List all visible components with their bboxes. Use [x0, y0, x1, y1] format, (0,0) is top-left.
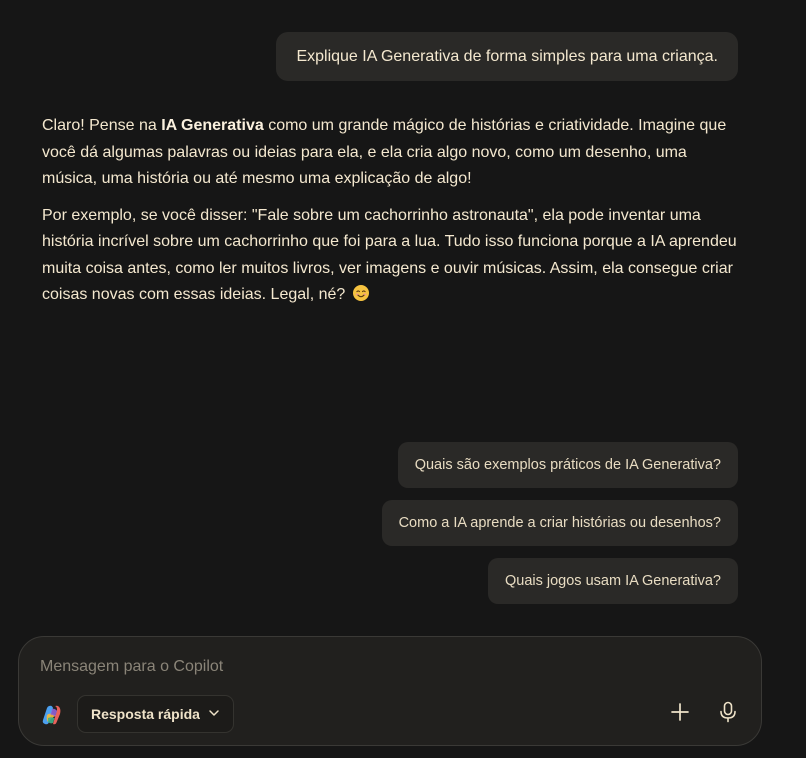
assistant-paragraph-1: Claro! Pense na IA Generativa como um gr…: [42, 113, 742, 193]
voice-input-button[interactable]: [712, 698, 744, 730]
assistant-response: Claro! Pense na IA Generativa como um gr…: [42, 113, 742, 319]
response-mode-select[interactable]: Resposta rápida: [77, 695, 234, 733]
assistant-p1-bold-term: IA Generativa: [161, 117, 264, 134]
assistant-p2-text: Por exemplo, se você disser: "Fale sobre…: [42, 206, 737, 304]
response-mode-label: Resposta rápida: [91, 706, 200, 722]
suggestion-chip[interactable]: Como a IA aprende a criar histórias ou d…: [381, 500, 738, 546]
message-composer: Resposta rápida: [18, 636, 762, 746]
user-message-text: Explique IA Generativa de forma simples …: [296, 47, 718, 65]
suggestion-chip-label: Como a IA aprende a criar histórias ou d…: [398, 515, 721, 531]
plus-icon: [670, 702, 690, 727]
message-input[interactable]: [40, 656, 720, 678]
suggestion-list: Quais são exemplos práticos de IA Genera…: [381, 442, 738, 604]
assistant-paragraph-2: Por exemplo, se você disser: "Fale sobre…: [42, 203, 742, 309]
suggestion-chip[interactable]: Quais jogos usam IA Generativa?: [487, 558, 738, 604]
assistant-p1-start: Claro! Pense na: [42, 117, 162, 134]
add-attachment-button[interactable]: [664, 698, 696, 730]
copilot-chat-page: Explique IA Generativa de forma simples …: [0, 0, 806, 758]
microphone-icon: [718, 701, 738, 728]
smiling-face-emoji-icon: [352, 285, 369, 301]
copilot-logo-icon: [40, 703, 64, 727]
chevron-down-icon: [208, 706, 220, 722]
user-message-bubble: Explique IA Generativa de forma simples …: [276, 32, 738, 81]
suggestion-chip-label: Quais jogos usam IA Generativa?: [504, 573, 721, 589]
suggestion-chip-label: Quais são exemplos práticos de IA Genera…: [414, 457, 721, 473]
suggestion-chip[interactable]: Quais são exemplos práticos de IA Genera…: [397, 442, 738, 488]
